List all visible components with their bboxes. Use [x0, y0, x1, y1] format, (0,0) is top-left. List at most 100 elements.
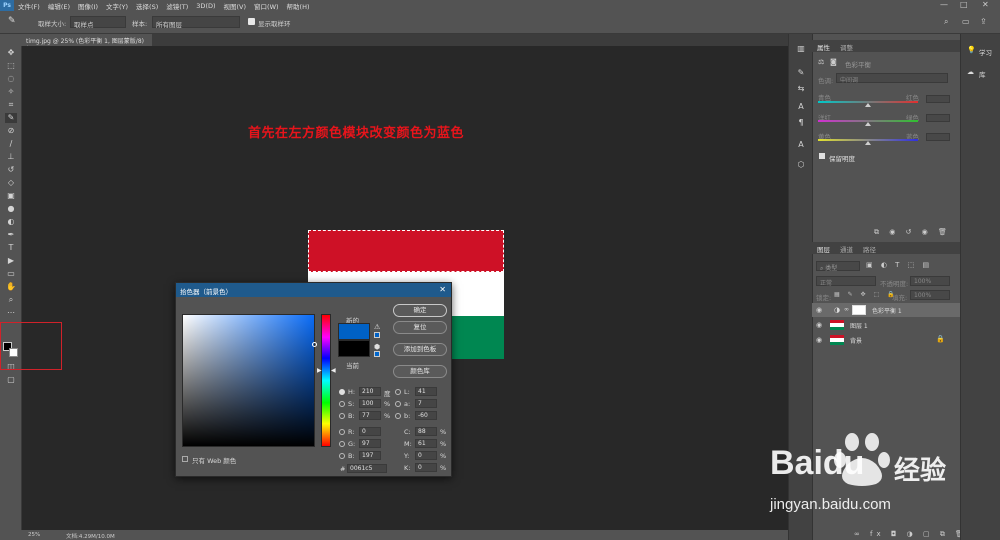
paragraph-panel-icon[interactable]: ¶ — [795, 118, 807, 128]
screen-mode-icon[interactable]: ▢ — [5, 375, 17, 385]
preserve-luminosity-checkbox[interactable] — [819, 153, 825, 159]
hue-arrow-right[interactable]: ◀ — [331, 367, 336, 374]
hue-arrow-left[interactable]: ▶ — [317, 367, 322, 374]
ok-button[interactable]: 确定 — [393, 304, 447, 317]
color-cursor[interactable] — [312, 342, 317, 347]
radio-lab-b[interactable] — [395, 413, 401, 419]
h-field[interactable]: 210 — [359, 387, 381, 396]
marquee-tool-icon[interactable]: ⬚ — [5, 61, 17, 71]
radio-r[interactable] — [339, 429, 345, 435]
menu-select[interactable]: 选择(S) — [132, 1, 162, 11]
menu-type[interactable]: 文字(Y) — [102, 1, 132, 11]
color-libraries-button[interactable]: 颜色库 — [393, 365, 447, 378]
adjust-panel-icon[interactable]: ⇆ — [795, 84, 807, 94]
3d-panel-icon[interactable]: ⬡ — [795, 160, 807, 170]
yellow-blue-thumb[interactable] — [865, 141, 871, 145]
visibility-eye-icon[interactable]: ◉ — [816, 336, 822, 344]
a-field[interactable]: 7 — [415, 399, 437, 408]
layer-name[interactable]: 色彩平衡 1 — [872, 306, 902, 315]
b-field[interactable]: 77 — [359, 411, 381, 420]
visibility-eye-icon[interactable]: ◉ — [816, 321, 822, 329]
layer-row-background[interactable]: ◉ 背景 🔒 — [812, 333, 960, 347]
character-panel-icon[interactable]: A — [795, 102, 807, 112]
tab-adjustments[interactable]: 调整 — [840, 42, 853, 52]
tab-paths[interactable]: 路径 — [863, 244, 876, 254]
fill-field[interactable]: 100% — [910, 290, 950, 300]
cyan-red-thumb[interactable] — [865, 103, 871, 107]
learn-icon[interactable]: 💡 — [967, 46, 976, 54]
radio-b[interactable] — [339, 413, 345, 419]
tab-channels[interactable]: 通道 — [840, 244, 853, 254]
layer-mask-thumbnail[interactable] — [852, 305, 866, 315]
menu-image[interactable]: 图像(I) — [74, 1, 102, 11]
gamut-swatch[interactable] — [374, 332, 380, 338]
crop-tool-icon[interactable]: ⌗ — [5, 100, 17, 110]
close-window-button[interactable]: ✕ — [982, 0, 989, 9]
document-tab[interactable]: timg.jpg @ 25% (色彩平衡 1, 图层蒙版/8) * ✕ — [22, 34, 152, 52]
eyedropper-tool-icon[interactable]: ✎ — [5, 113, 17, 123]
hand-tool-icon[interactable]: ✋ — [5, 282, 17, 292]
layer-name[interactable]: 图层 1 — [850, 321, 868, 330]
pen-tool-icon[interactable]: ✒ — [5, 230, 17, 240]
radio-g[interactable] — [339, 441, 345, 447]
shape-tool-icon[interactable]: ▭ — [5, 269, 17, 279]
reset-button[interactable]: 复位 — [393, 321, 447, 334]
opacity-field[interactable]: 100% — [910, 276, 950, 286]
link-icon[interactable]: ∞ — [844, 306, 849, 313]
stamp-tool-icon[interactable]: ⊥ — [5, 152, 17, 162]
blend-mode-select[interactable]: 正常 — [816, 276, 876, 287]
menu-view[interactable]: 视图(V) — [220, 1, 251, 11]
blue-field[interactable]: 197 — [359, 451, 381, 460]
radio-s[interactable] — [339, 401, 345, 407]
radio-blue[interactable] — [339, 453, 345, 459]
s-field[interactable]: 100 — [359, 399, 381, 408]
zoom-tool-icon[interactable]: ⌕ — [5, 295, 17, 305]
r-field[interactable]: 0 — [359, 427, 381, 436]
menu-window[interactable]: 窗口(W) — [250, 1, 283, 11]
gradient-tool-icon[interactable]: ▣ — [5, 191, 17, 201]
menu-3d[interactable]: 3D(D) — [192, 2, 219, 10]
tone-select[interactable]: 中间调 — [836, 73, 948, 84]
workspace-icon[interactable]: ▭ — [962, 17, 970, 26]
path-select-tool-icon[interactable]: ▶ — [5, 256, 17, 266]
k-field[interactable]: 0 — [415, 463, 437, 472]
lab-b-field[interactable]: -60 — [415, 411, 437, 420]
menu-filter[interactable]: 滤镜(T) — [162, 1, 192, 11]
maximize-button[interactable]: □ — [960, 0, 968, 9]
layers-footer-icons[interactable]: ∞ fx ◘ ◑ ▢ ⧉ 🗑 — [854, 530, 968, 539]
visibility-eye-icon[interactable]: ◉ — [816, 306, 822, 314]
brush-settings-icon[interactable]: ✎ — [795, 68, 807, 78]
tab-properties[interactable]: 属性 — [817, 42, 830, 52]
zoom-level[interactable]: 25% — [28, 532, 40, 538]
y-field[interactable]: 0 — [415, 451, 437, 460]
properties-footer-icons[interactable]: ⧉ ◉ ↺ ◉ 🗑 — [874, 228, 951, 237]
menu-help[interactable]: 帮助(H) — [283, 1, 314, 11]
dialog-title-bar[interactable]: 拾色器（前景色） ✕ — [176, 283, 451, 297]
yellow-blue-value[interactable] — [926, 133, 950, 141]
share-icon[interactable]: ⇪ — [980, 17, 987, 26]
sample-size-select[interactable]: 取样点 — [70, 16, 126, 29]
dialog-close-icon[interactable]: ✕ — [439, 285, 446, 294]
layer-filter-select[interactable]: ⌕ 类型 — [816, 261, 860, 272]
show-ring-checkbox[interactable] — [248, 18, 255, 25]
saturation-brightness-field[interactable] — [182, 314, 317, 447]
menu-edit[interactable]: 编辑(E) — [44, 1, 74, 11]
move-tool-icon[interactable]: ✥ — [5, 48, 17, 58]
radio-l[interactable] — [395, 389, 401, 395]
radio-h[interactable] — [339, 389, 345, 395]
layer-row-color-balance[interactable]: ◉ ◑ ∞ 色彩平衡 1 — [812, 303, 960, 317]
brush-tool-icon[interactable]: ∕ — [5, 139, 17, 149]
tab-layers[interactable]: 图层 — [817, 244, 830, 254]
current-color-swatch[interactable] — [338, 340, 370, 357]
lasso-tool-icon[interactable]: ◌ — [5, 74, 17, 84]
history-panel-icon[interactable]: ▥ — [795, 44, 807, 54]
lock-icons[interactable]: ▦ ✎ ✥ ⬚ 🔒 — [834, 291, 898, 298]
eraser-tool-icon[interactable]: ◇ — [5, 178, 17, 188]
web-safe-icon[interactable]: ⬢ — [374, 343, 380, 351]
eyedropper-icon[interactable]: ✎ — [8, 16, 16, 26]
menu-file[interactable]: 文件(F) — [14, 1, 44, 11]
libraries-icon[interactable]: ☁ — [967, 68, 974, 76]
hex-field[interactable]: 0061c5 — [347, 464, 387, 473]
layer-row-layer1[interactable]: ◉ 图层 1 — [812, 318, 960, 332]
mask-icon[interactable]: ◙ — [830, 58, 837, 66]
